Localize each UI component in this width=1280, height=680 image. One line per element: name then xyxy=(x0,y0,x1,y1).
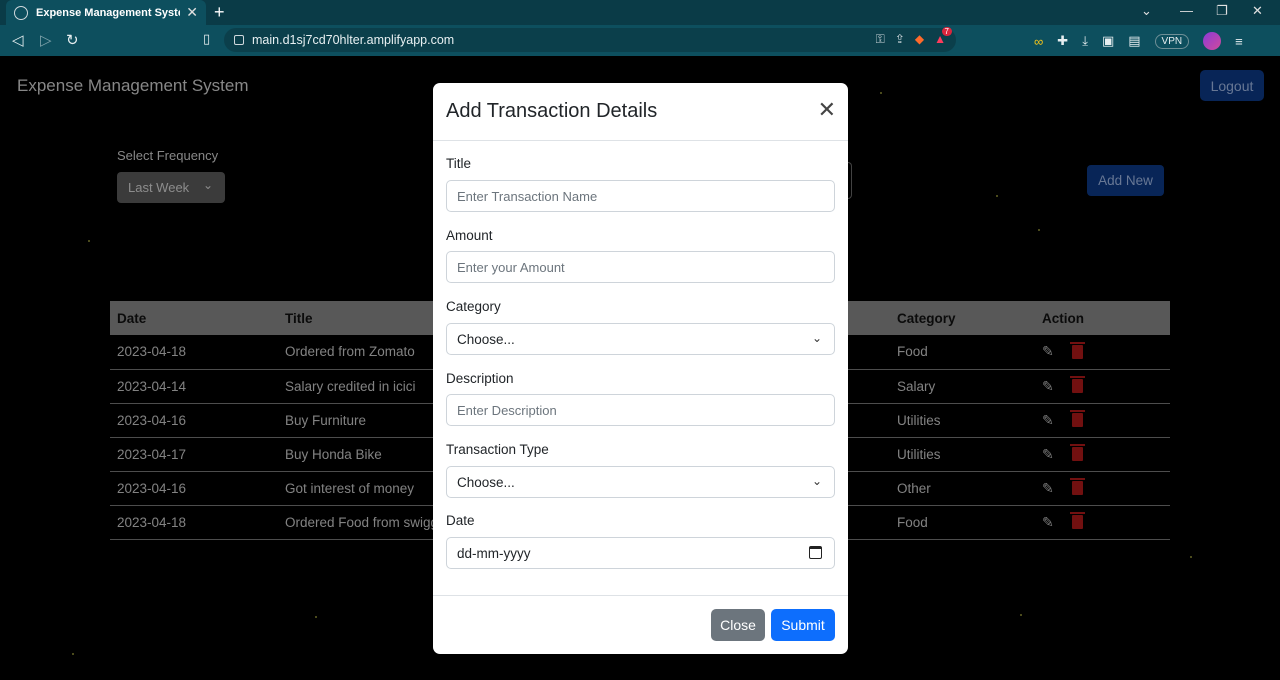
page-body: Expense Management System Logout Select … xyxy=(0,56,1280,680)
bookmark-icon[interactable]: ▯ xyxy=(203,31,210,47)
tab-title: Expense Management System xyxy=(36,6,181,19)
transaction-type-label: Transaction Type xyxy=(446,442,549,457)
category-label: Category xyxy=(446,299,501,314)
submit-button[interactable]: Submit xyxy=(771,609,835,641)
share-icon[interactable]: ⇪ xyxy=(895,32,905,47)
modal-header: Add Transaction Details ✕ xyxy=(433,83,848,141)
browser-tab[interactable]: Expense Management System ✕ xyxy=(6,0,206,25)
transaction-type-select[interactable]: Choose... ⌄ xyxy=(446,466,835,498)
sidebar-icon[interactable]: ▣ xyxy=(1102,33,1114,49)
amount-input[interactable] xyxy=(446,251,835,283)
close-button[interactable]: Close xyxy=(711,609,765,641)
browser-toolbar: ◁ ▷ ↻ ▯ main.d1sj7cd70hlter.amplifyapp.c… xyxy=(0,25,1280,56)
url-text: main.d1sj7cd70hlter.amplifyapp.com xyxy=(252,33,455,47)
infinity-extension-icon[interactable]: ∞ xyxy=(1034,34,1043,49)
description-label: Description xyxy=(446,371,514,386)
back-icon[interactable]: ◁ xyxy=(12,31,24,49)
minimize-icon[interactable]: — xyxy=(1180,3,1193,18)
calendar-icon[interactable] xyxy=(809,546,822,559)
description-input[interactable] xyxy=(446,394,835,426)
address-bar[interactable]: main.d1sj7cd70hlter.amplifyapp.com ⚿ ⇪ ◆… xyxy=(224,27,956,52)
category-value: Choose... xyxy=(457,331,515,347)
tab-close-icon[interactable]: ✕ xyxy=(186,4,198,21)
add-transaction-modal: Add Transaction Details ✕ Title Amount C… xyxy=(433,83,848,654)
date-label: Date xyxy=(446,513,475,528)
tab-search-chevron-icon[interactable]: ⌄ xyxy=(1141,3,1152,19)
download-icon[interactable]: ⤓ xyxy=(1082,33,1088,49)
profile-avatar[interactable] xyxy=(1203,32,1222,50)
forward-icon[interactable]: ▷ xyxy=(40,31,52,49)
new-tab-button[interactable]: + xyxy=(214,2,225,23)
vpn-button[interactable]: VPN xyxy=(1154,33,1190,49)
title-input[interactable] xyxy=(446,180,835,212)
modal-footer: Close Submit xyxy=(433,595,848,654)
date-placeholder: dd-mm-yyyy xyxy=(457,545,531,561)
lock-icon xyxy=(234,35,244,45)
wallet-icon[interactable]: ▤ xyxy=(1128,33,1140,49)
restore-icon[interactable]: ❐ xyxy=(1216,3,1228,19)
key-icon[interactable]: ⚿ xyxy=(876,32,885,47)
react-favicon-icon xyxy=(14,5,28,20)
alert-count-badge: 7 xyxy=(941,27,952,36)
window-close-icon[interactable]: ✕ xyxy=(1252,3,1263,19)
category-select[interactable]: Choose... ⌄ xyxy=(446,323,835,355)
chevron-down-icon: ⌄ xyxy=(811,331,822,345)
extensions-icon[interactable]: ✚ xyxy=(1057,33,1068,49)
browser-tab-bar: Expense Management System ✕ + ⌄ — ❐ ✕ xyxy=(0,0,1280,25)
chevron-down-icon: ⌄ xyxy=(811,474,822,488)
brave-shield-icon[interactable]: ◆ xyxy=(915,32,924,47)
brave-rewards-icon[interactable]: ▲ 7 xyxy=(934,27,952,47)
title-label: Title xyxy=(446,156,472,171)
transaction-type-value: Choose... xyxy=(457,474,515,490)
menu-icon[interactable]: ≡ xyxy=(1235,34,1243,49)
close-icon[interactable]: ✕ xyxy=(818,97,836,123)
date-input[interactable]: dd-mm-yyyy xyxy=(446,537,835,569)
reload-icon[interactable]: ↻ xyxy=(66,31,79,49)
modal-title: Add Transaction Details xyxy=(446,100,658,122)
amount-label: Amount xyxy=(446,228,493,243)
